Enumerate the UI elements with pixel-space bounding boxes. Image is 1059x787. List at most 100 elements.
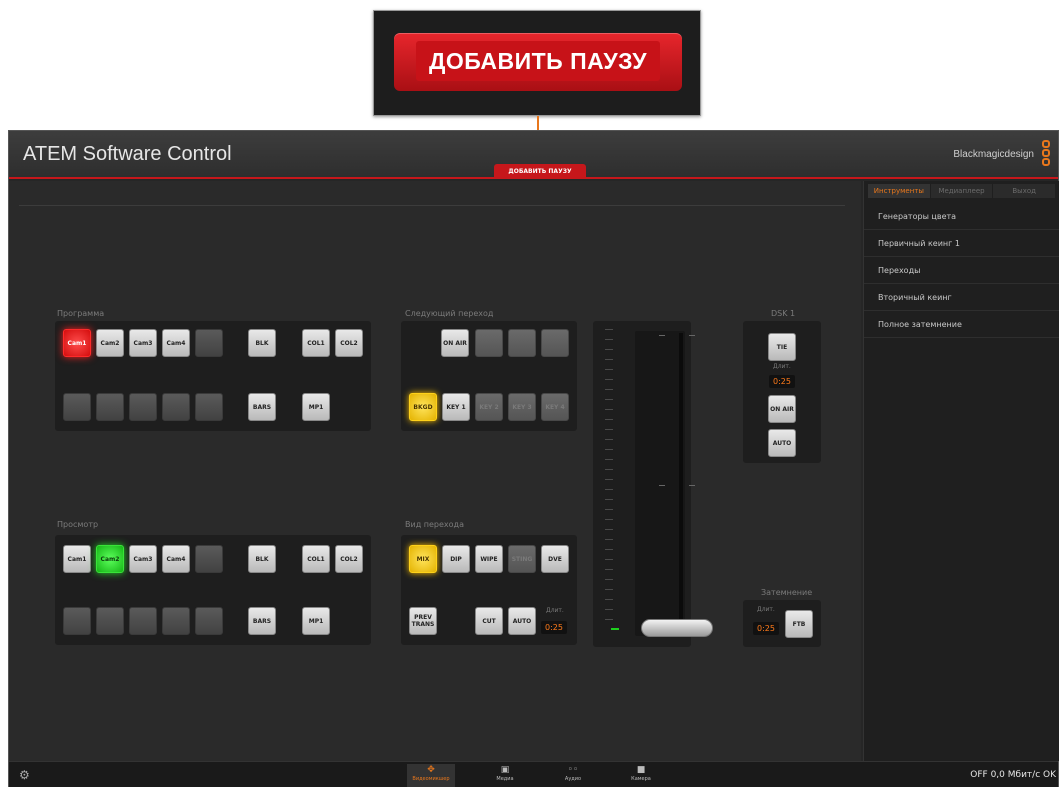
wipe-button[interactable]: WIPE [475, 545, 503, 573]
preview-bus-panel: Cam1 Cam2 Cam3 Cam4 BLK COL1 COL2 BARS M… [55, 535, 371, 645]
prev-trans-button[interactable]: PREV TRANS [409, 607, 437, 635]
zoom-callout: ДОБАВИТЬ ПАУЗУ [373, 10, 701, 116]
dip-button[interactable]: DIP [442, 545, 470, 573]
program-bars-button[interactable]: BARS [248, 393, 276, 421]
preview-mp1-button[interactable]: MP1 [302, 607, 330, 635]
preview-empty-button[interactable] [195, 545, 223, 573]
next-on-air-button[interactable]: ON AIR [441, 329, 469, 357]
switcher-icon: ✥ [427, 765, 435, 775]
nav-switcher-label: Видеомикшер [412, 776, 450, 782]
nav-media[interactable]: ▣ Медиа [481, 764, 529, 787]
dve-button[interactable]: DVE [541, 545, 569, 573]
sting-button[interactable]: STING [508, 545, 536, 573]
transition-style-panel: MIX DIP WIPE STING DVE PREV TRANS CUT AU… [401, 535, 577, 645]
cut-button[interactable]: CUT [475, 607, 503, 635]
transition-rate-field[interactable]: 0:25 [541, 621, 567, 634]
t-bar-panel [593, 321, 713, 647]
dsk-panel: TIE Длит. 0:25 ON AIR AUTO [743, 321, 821, 463]
ftb-button[interactable]: FTB [785, 610, 813, 638]
preview-cam2-button[interactable]: Cam2 [96, 545, 124, 573]
gear-icon[interactable]: ⚙ [19, 768, 30, 782]
program-empty-button[interactable] [195, 329, 223, 357]
transition-rate-label: Длит. [546, 607, 564, 614]
preview-empty-button[interactable] [162, 607, 190, 635]
title-bar: ATEM Software Control Blackmagicdesign Д… [9, 131, 1058, 179]
preview-empty-button[interactable] [195, 607, 223, 635]
t-bar-mark [689, 335, 695, 336]
preview-cam1-button[interactable]: Cam1 [63, 545, 91, 573]
ftb-rate-field[interactable]: 0:25 [753, 622, 779, 635]
preview-col1-button[interactable]: COL1 [302, 545, 330, 573]
program-empty-button[interactable] [63, 393, 91, 421]
audio-icon: ◦◦ [567, 765, 579, 775]
tab-media-player[interactable]: Медиаплеер [930, 184, 993, 198]
preview-col2-button[interactable]: COL2 [335, 545, 363, 573]
app-window: ATEM Software Control Blackmagicdesign Д… [8, 130, 1059, 787]
screenshot-stage: ДОБАВИТЬ ПАУЗУ ATEM Software Control Bla… [0, 0, 1059, 787]
dsk-on-air-button[interactable]: ON AIR [768, 395, 796, 423]
dsk-rate-label: Длит. [773, 363, 791, 370]
sidebar-item-color-generators[interactable]: Генераторы цвета [864, 204, 1059, 230]
preview-empty-button[interactable] [96, 607, 124, 635]
dsk-rate-field[interactable]: 0:25 [769, 375, 795, 388]
preview-empty-button[interactable] [63, 607, 91, 635]
preview-bars-button[interactable]: BARS [248, 607, 276, 635]
preview-blk-button[interactable]: BLK [248, 545, 276, 573]
preview-cam3-button[interactable]: Cam3 [129, 545, 157, 573]
media-icon: ▣ [500, 765, 510, 775]
preview-empty-button[interactable] [129, 607, 157, 635]
program-col1-button[interactable]: COL1 [302, 329, 330, 357]
sidebar-item-downstream-key[interactable]: Вторичный кеинг [864, 285, 1059, 311]
sidebar-item-fade-to-black[interactable]: Полное затемнение [864, 312, 1059, 338]
next-key2-on-air-button[interactable] [475, 329, 503, 357]
add-pause-button[interactable]: ДОБАВИТЬ ПАУЗУ [494, 164, 586, 179]
program-empty-button[interactable] [195, 393, 223, 421]
ftb-label: Затемнение [761, 588, 813, 597]
ftb-rate-label: Длит. [757, 606, 775, 613]
auto-button[interactable]: AUTO [508, 607, 536, 635]
next-key4-button[interactable]: KEY 4 [541, 393, 569, 421]
program-blk-button[interactable]: BLK [248, 329, 276, 357]
nav-camera[interactable]: ■ Камера [617, 764, 665, 787]
preview-cam4-button[interactable]: Cam4 [162, 545, 190, 573]
t-bar-indicator [611, 628, 619, 630]
t-bar-mark [659, 485, 665, 486]
sidebar-tabs: Инструменты Медиаплеер Выход [868, 184, 1056, 198]
program-mp1-button[interactable]: MP1 [302, 393, 330, 421]
transition-style-label: Вид перехода [405, 520, 464, 529]
callout-add-pause-label: ДОБАВИТЬ ПАУЗУ [416, 41, 660, 81]
next-transition-label: Следующий переход [405, 309, 494, 318]
next-key1-button[interactable]: KEY 1 [442, 393, 470, 421]
next-key3-button[interactable]: KEY 3 [508, 393, 536, 421]
program-cam2-button[interactable]: Cam2 [96, 329, 124, 357]
program-empty-button[interactable] [162, 393, 190, 421]
program-cam3-button[interactable]: Cam3 [129, 329, 157, 357]
dsk-auto-button[interactable]: AUTO [768, 429, 796, 457]
dsk-tie-button[interactable]: TIE [768, 333, 796, 361]
sidebar-item-transitions[interactable]: Переходы [864, 258, 1059, 284]
preview-label: Просмотр [57, 520, 99, 529]
program-empty-button[interactable] [129, 393, 157, 421]
tab-output[interactable]: Выход [993, 184, 1056, 198]
t-bar-mark [689, 485, 695, 486]
program-cam1-button[interactable]: Cam1 [63, 329, 91, 357]
t-bar-handle[interactable] [641, 619, 713, 637]
mix-button[interactable]: MIX [409, 545, 437, 573]
next-bkgd-button[interactable]: BKGD [409, 393, 437, 421]
tab-tools[interactable]: Инструменты [868, 184, 930, 198]
callout-button-background: ДОБАВИТЬ ПАУЗУ [394, 33, 682, 91]
dsk-label: DSK 1 [771, 309, 796, 318]
next-key4-on-air-button[interactable] [541, 329, 569, 357]
program-empty-button[interactable] [96, 393, 124, 421]
sidebar-item-upstream-key[interactable]: Первичный кеинг 1 [864, 231, 1059, 257]
t-bar-rail[interactable] [679, 333, 683, 631]
ftb-panel: Длит. 0:25 FTB [743, 600, 821, 647]
nav-media-label: Медиа [496, 776, 514, 782]
nav-switcher[interactable]: ✥ Видеомикшер [407, 764, 455, 787]
next-key3-on-air-button[interactable] [508, 329, 536, 357]
nav-camera-label: Камера [631, 776, 651, 782]
program-col2-button[interactable]: COL2 [335, 329, 363, 357]
nav-audio[interactable]: ◦◦ Аудио [549, 764, 597, 787]
program-cam4-button[interactable]: Cam4 [162, 329, 190, 357]
next-key2-button[interactable]: KEY 2 [475, 393, 503, 421]
